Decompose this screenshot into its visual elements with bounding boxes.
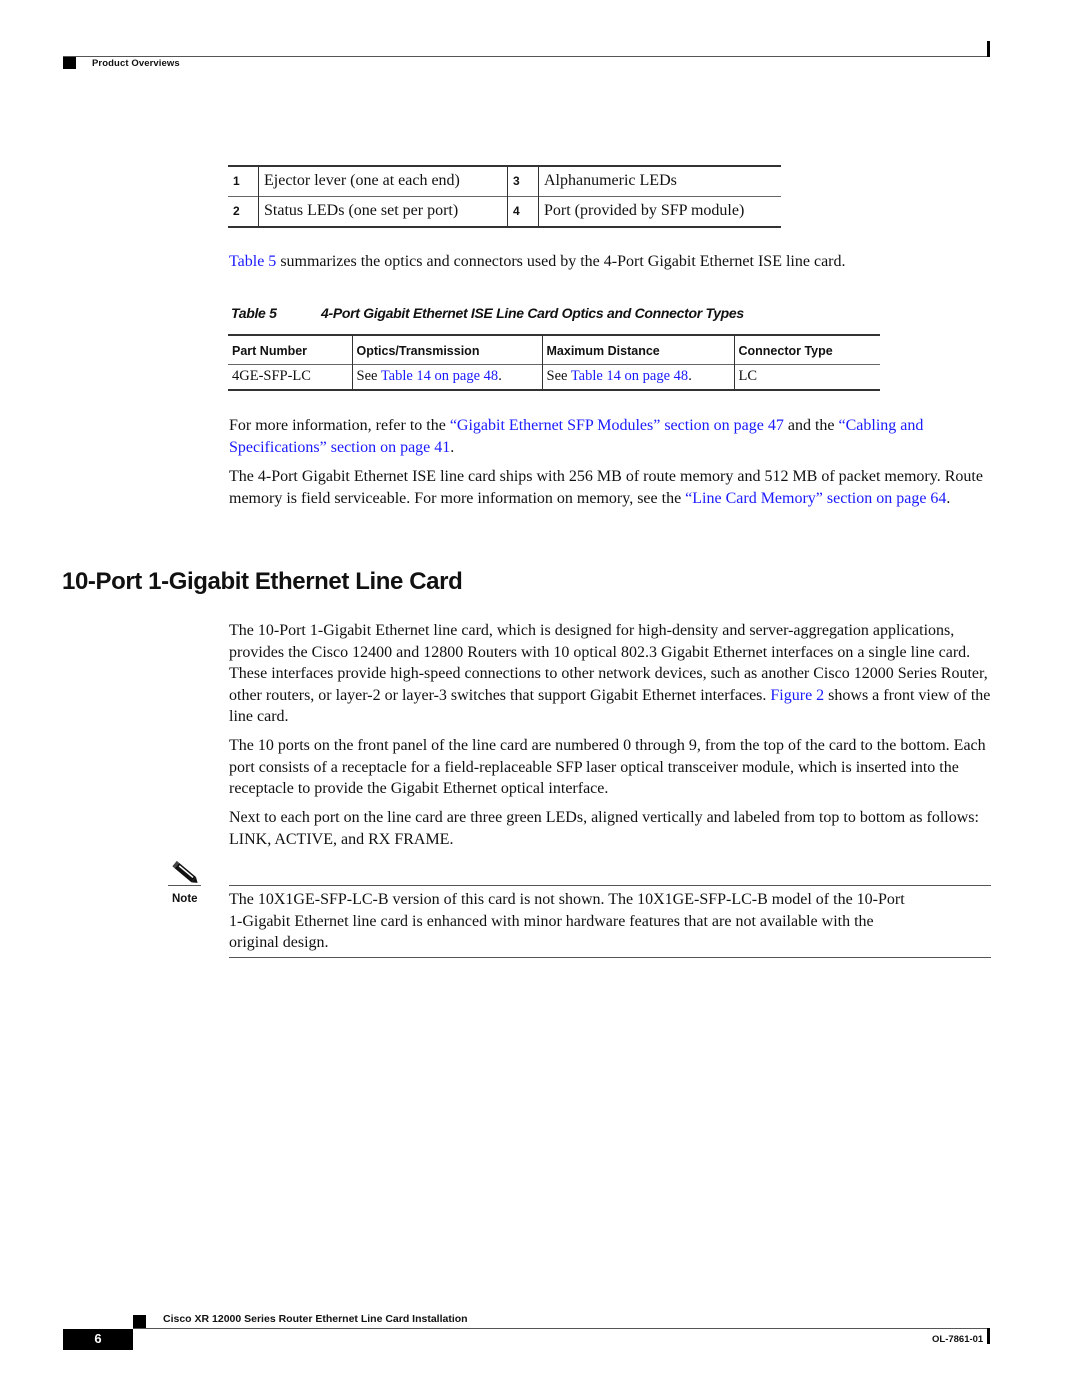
paragraph-text: and the <box>783 417 839 434</box>
footer-document-title: Cisco XR 12000 Series Router Ethernet Li… <box>163 1313 468 1325</box>
header-rule <box>63 56 990 57</box>
intro-paragraph: Table 5 summarizes the optics and connec… <box>229 251 994 273</box>
paragraph-text: . <box>450 438 455 456</box>
pencil-note-icon <box>172 860 198 883</box>
cell-part-number: 4GE-SFP-LC <box>228 364 352 390</box>
column-header-connector-type: Connector Type <box>733 335 880 365</box>
section-paragraph-1: The 10-Port 1-Gigabit Ethernet line card… <box>229 620 994 728</box>
note-label: Note <box>172 893 198 905</box>
table-row: 4GE-SFP-LC See Table 14 on page 48. See … <box>228 364 880 390</box>
document-number: OL-7861-01 <box>932 1334 984 1345</box>
table5-link[interactable]: Table 5 <box>229 253 276 270</box>
header-section-title: Product Overviews <box>92 58 180 69</box>
header-block-marker <box>63 57 76 69</box>
optics-connector-table: Part Number Optics/Transmission Maximum … <box>228 334 880 391</box>
page-number: 6 <box>94 1331 102 1346</box>
footer-rule <box>133 1328 990 1329</box>
note-text: The 10X1GE-SFP-LC-B version of this card… <box>229 891 905 951</box>
paragraph-text: . <box>946 489 951 507</box>
cell-text: . <box>688 367 692 384</box>
table-row: 1 Ejector lever (one at each end) 3 Alph… <box>228 166 781 197</box>
column-header-part-number: Part Number <box>232 344 308 358</box>
callout-number: 4 <box>507 196 539 227</box>
cell-text: See <box>546 367 571 384</box>
column-header-max-distance: Maximum Distance <box>541 335 734 365</box>
table-header-row: Part Number Optics/Transmission Maximum … <box>228 335 880 365</box>
line-card-memory-link[interactable]: “Line Card Memory” section on page 64 <box>685 490 946 507</box>
cell-text: . <box>498 367 502 384</box>
table-caption-label: Table 5 <box>231 305 277 321</box>
callout-table: 1 Ejector lever (one at each end) 3 Alph… <box>228 165 781 228</box>
callout-number: 2 <box>228 196 259 227</box>
column-header-optics: Optics/Transmission <box>351 335 542 365</box>
cell-connector-type: LC <box>733 364 880 390</box>
header-corner-mark <box>987 41 990 57</box>
callout-description: Port (provided by SFP module) <box>538 196 781 227</box>
note-bottom-rule <box>229 957 991 958</box>
sfp-modules-link[interactable]: “Gigabit Ethernet SFP Modules” section o… <box>450 417 784 434</box>
section-paragraph-2: The 10 ports on the front panel of the l… <box>229 737 986 797</box>
table14-link[interactable]: Table 14 on page 48 <box>381 368 498 384</box>
note-top-rule <box>229 885 991 886</box>
table14-link[interactable]: Table 14 on page 48 <box>571 368 688 384</box>
footer-corner-mark <box>987 1328 990 1344</box>
table-caption: Table 5 4-Port Gigabit Ethernet ISE Line … <box>231 305 744 321</box>
cell-optics: See Table 14 on page 48. <box>351 364 542 390</box>
memory-paragraph: The 4-Port Gigabit Ethernet ISE line car… <box>229 466 994 509</box>
callout-number: 3 <box>507 166 539 197</box>
footer-block-marker <box>133 1315 146 1328</box>
figure2-link[interactable]: Figure 2 <box>770 687 824 704</box>
callout-number: 1 <box>233 174 240 188</box>
note-icon-rule <box>168 885 201 886</box>
table-row: 2 Status LEDs (one set per port) 4 Port … <box>228 196 781 227</box>
paragraph-text: For more information, refer to the <box>229 417 450 434</box>
table-caption-title: 4-Port Gigabit Ethernet ISE Line Card Op… <box>321 305 744 321</box>
callout-description: Alphanumeric LEDs <box>538 166 781 197</box>
callout-description: Ejector lever (one at each end) <box>258 166 508 197</box>
section-heading: 10-Port 1-Gigabit Ethernet Line Card <box>62 568 463 595</box>
cell-max-distance: See Table 14 on page 48. <box>541 364 734 390</box>
cell-text: See <box>356 367 381 384</box>
more-info-paragraph: For more information, refer to the “Giga… <box>229 415 994 458</box>
intro-text: summarizes the optics and connectors use… <box>276 253 846 270</box>
section-paragraph-3: Next to each port on the line card are t… <box>229 809 979 848</box>
callout-description: Status LEDs (one set per port) <box>258 196 508 227</box>
